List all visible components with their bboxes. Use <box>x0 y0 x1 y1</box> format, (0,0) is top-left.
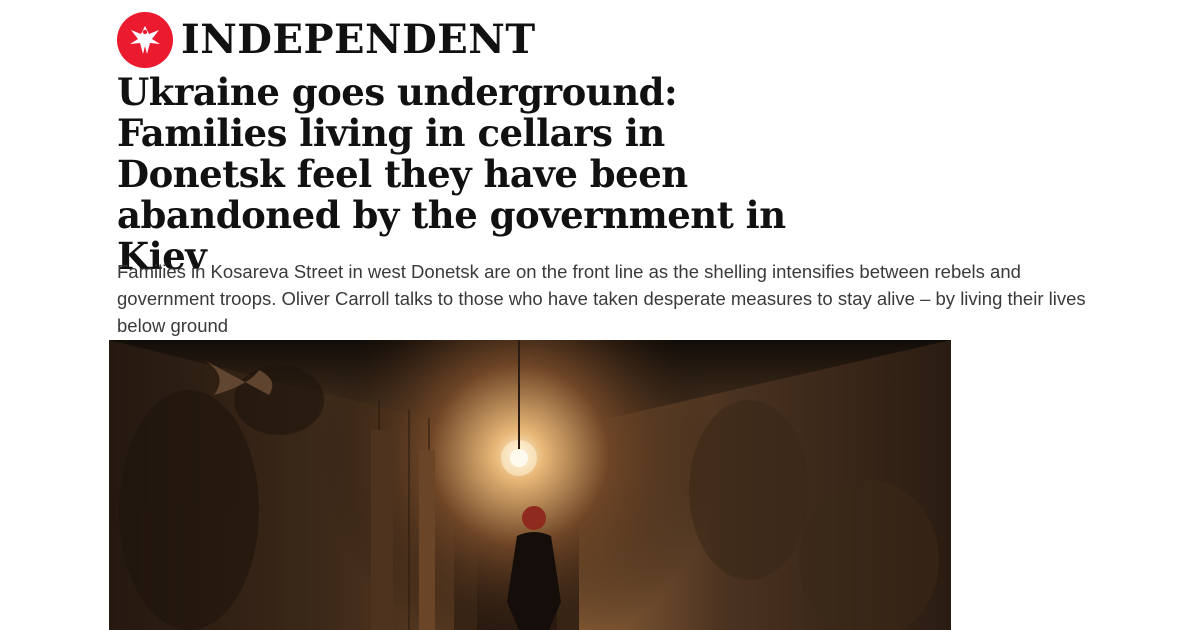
eagle-icon[interactable] <box>117 12 173 68</box>
brand-name[interactable]: INDEPENDENT <box>181 20 536 60</box>
hero-image <box>109 340 951 630</box>
cellar-corridor-photo <box>109 340 951 630</box>
article-standfirst: Families in Kosareva Street in west Done… <box>117 261 1086 336</box>
masthead: INDEPENDENT <box>117 12 536 68</box>
article-headline: Ukraine goes underground: Families livin… <box>117 70 786 278</box>
